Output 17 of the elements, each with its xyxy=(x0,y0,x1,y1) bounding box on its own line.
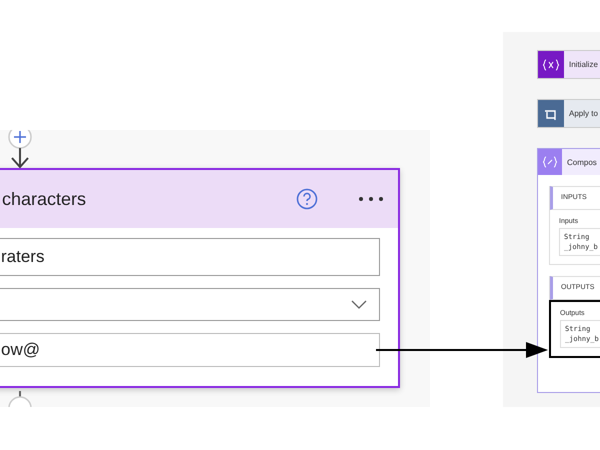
loop-icon xyxy=(544,108,558,120)
add-step-icon[interactable] xyxy=(7,391,33,407)
input-field[interactable]: raters xyxy=(0,238,380,276)
card-title: Compos xyxy=(567,158,597,166)
action-label: Initialize xyxy=(569,60,598,69)
chevron-down-icon xyxy=(351,300,367,309)
input-field[interactable]: ow@ xyxy=(0,333,380,367)
help-icon[interactable] xyxy=(296,188,318,210)
action-block[interactable]: Initialize xyxy=(537,50,600,79)
more-icon[interactable] xyxy=(358,196,384,202)
action-block[interactable]: Apply to xyxy=(537,99,600,128)
dropdown-field[interactable] xyxy=(0,288,380,321)
add-step-icon[interactable] xyxy=(7,130,33,170)
card-title: characters xyxy=(2,188,88,210)
action-label: Apply to xyxy=(569,109,598,118)
variable-icon xyxy=(542,58,560,70)
compose-icon xyxy=(542,156,558,168)
